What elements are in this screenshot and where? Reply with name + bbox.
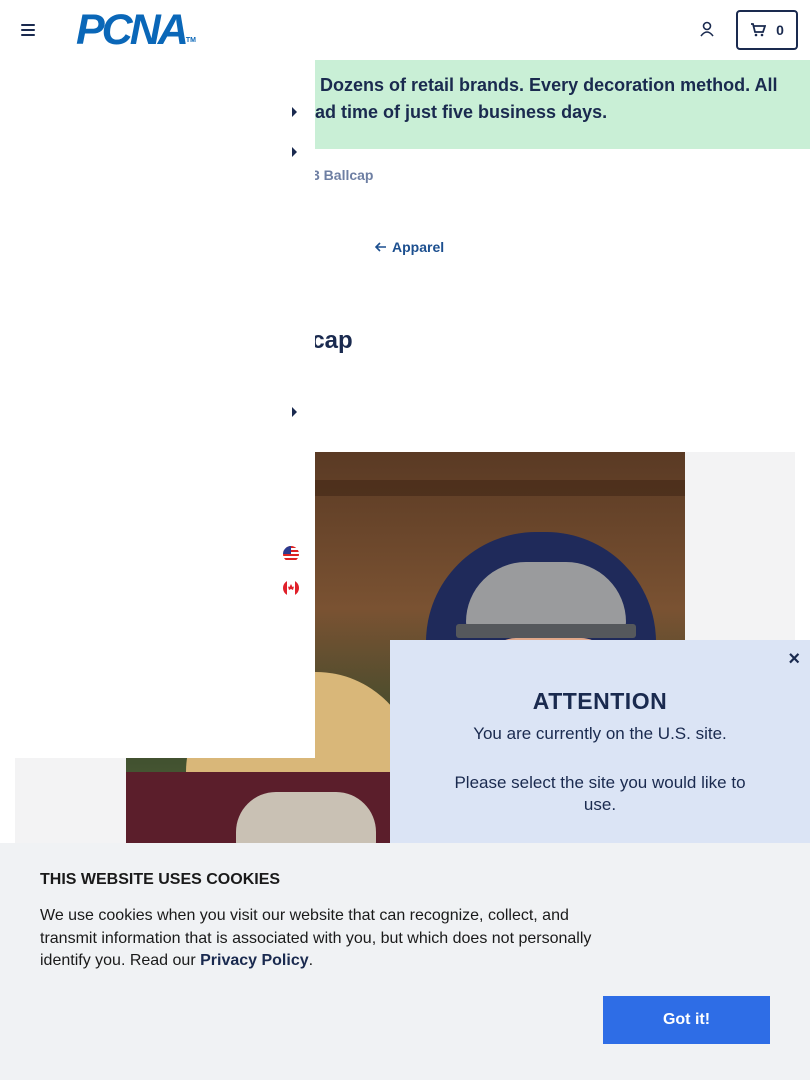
caret-right-icon[interactable] bbox=[292, 107, 297, 117]
back-to-apparel-link[interactable]: Apparel bbox=[375, 239, 444, 255]
site-selector-modal: × ATTENTION You are currently on the U.S… bbox=[390, 640, 810, 860]
attention-current-site: You are currently on the U.S. site. bbox=[473, 724, 727, 743]
cart-button[interactable]: 0 bbox=[736, 10, 798, 50]
site-header: PCNATM 0 bbox=[0, 0, 810, 60]
caret-right-icon[interactable] bbox=[292, 407, 297, 417]
accept-cookies-button[interactable]: Got it! bbox=[603, 996, 770, 1044]
attention-title: ATTENTION bbox=[532, 688, 668, 714]
privacy-policy-link[interactable]: Privacy Policy bbox=[200, 952, 309, 969]
pcna-logo[interactable]: PCNATM bbox=[76, 9, 196, 63]
back-link-label: Apparel bbox=[392, 239, 445, 255]
cookie-banner: THIS WEBSITE USES COOKIES We use cookies… bbox=[0, 843, 810, 1080]
close-icon[interactable]: × bbox=[788, 648, 800, 671]
cart-count: 0 bbox=[776, 22, 784, 38]
cookie-heading: THIS WEBSITE USES COOKIES bbox=[40, 871, 281, 888]
attention-instruction: Please select the site you would like to… bbox=[454, 773, 746, 814]
cart-icon bbox=[751, 23, 767, 37]
breadcrumb[interactable]: 3 Ballcap bbox=[312, 167, 373, 183]
canada-flag-icon[interactable] bbox=[283, 580, 299, 596]
caret-right-icon[interactable] bbox=[292, 147, 297, 157]
us-flag-icon[interactable] bbox=[283, 546, 299, 562]
cookie-message: We use cookies when you visit our websit… bbox=[40, 907, 592, 969]
side-menu-panel bbox=[0, 60, 315, 758]
account-icon[interactable] bbox=[699, 21, 715, 39]
hamburger-icon[interactable] bbox=[21, 24, 35, 36]
arrow-left-icon bbox=[375, 242, 386, 252]
promo-banner: s. Dozens of retail brands. Every decora… bbox=[295, 60, 810, 149]
